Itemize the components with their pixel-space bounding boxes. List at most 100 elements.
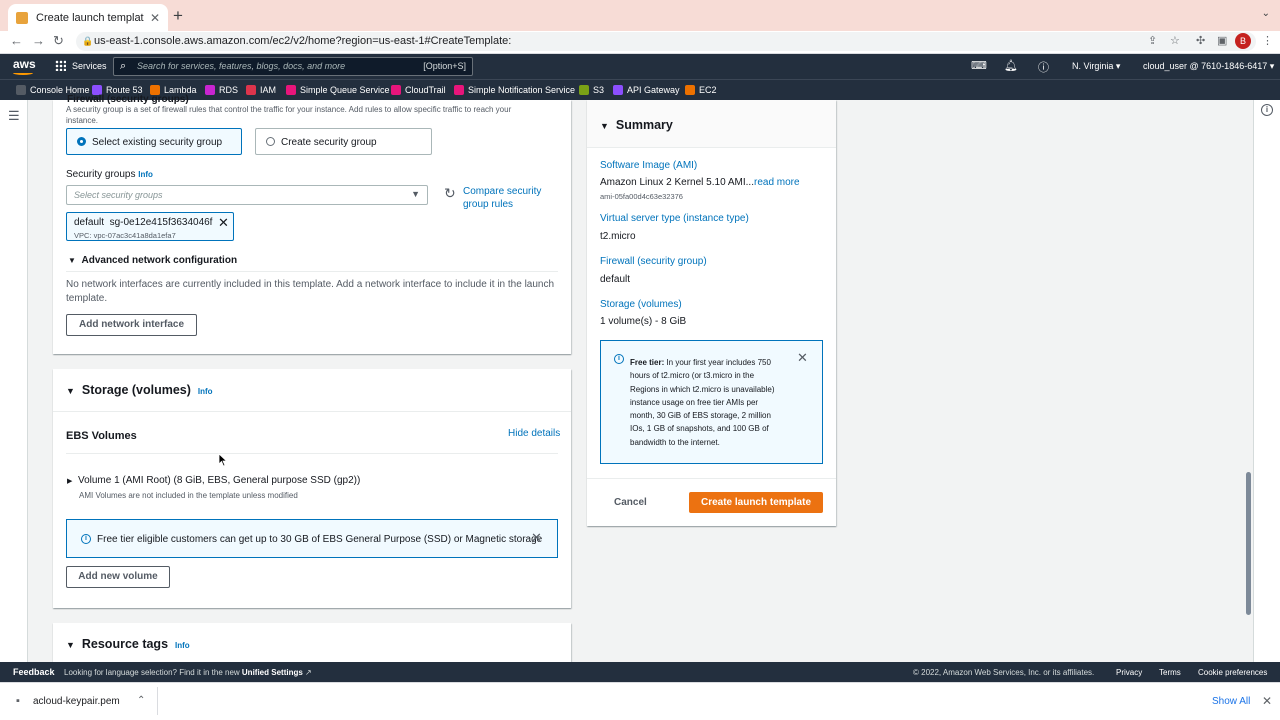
storage-info-link[interactable]: Info <box>198 387 213 396</box>
fav-api-gateway[interactable]: API Gateway <box>613 85 680 95</box>
firewall-label-link[interactable]: Firewall (security group) <box>600 256 707 267</box>
extensions-puzzle-icon[interactable]: ✣ <box>1196 34 1205 47</box>
fav-rds[interactable]: RDS <box>205 85 238 95</box>
caret-down-icon: ▼ <box>600 121 609 131</box>
add-network-interface-button[interactable]: Add network interface <box>66 314 197 336</box>
services-menu-button[interactable]: Services <box>55 60 107 71</box>
summary-toggle[interactable]: ▼ Summary <box>600 118 673 132</box>
ec2-icon <box>685 85 695 95</box>
free-tier-line: bandwidth to the internet. <box>630 437 720 447</box>
region-selector[interactable]: N. Virginia ▾ <box>1072 61 1120 72</box>
summary-title: Summary <box>615 118 673 132</box>
hamburger-menu-icon[interactable]: ☰ <box>8 108 20 124</box>
share-icon[interactable]: ⇪ <box>1148 34 1157 47</box>
advanced-network-toggle[interactable]: ▼ Advanced network configuration <box>68 255 237 266</box>
language-notice: Looking for language selection? Find it … <box>64 668 312 677</box>
storage-header[interactable]: ▼ Storage (volumes) Info <box>66 383 213 397</box>
fav-label: Simple Notification Service <box>468 85 576 95</box>
help-icon[interactable]: ⓘ <box>1038 59 1049 75</box>
chevron-up-icon[interactable]: ⌃ <box>137 695 145 706</box>
browser-menu-icon[interactable]: ⋮ <box>1262 34 1273 47</box>
instance-type-label-link[interactable]: Virtual server type (instance type) <box>600 213 749 224</box>
ami-label-link[interactable]: Software Image (AMI) <box>600 160 697 171</box>
info-panel-icon[interactable]: i <box>1261 104 1273 116</box>
unified-settings-link[interactable]: Unified Settings <box>242 668 303 677</box>
token-id: sg-0e12e415f3634046f <box>109 217 213 228</box>
fav-ec2[interactable]: EC2 <box>685 85 717 95</box>
info-icon: i <box>81 534 91 544</box>
forward-arrow-icon[interactable]: → <box>32 33 45 48</box>
resource-tags-header[interactable]: ▼ Resource tags Info <box>66 637 190 651</box>
side-panel-icon[interactable]: ▣ <box>1217 34 1227 47</box>
sg-info-link[interactable]: Info <box>138 170 153 179</box>
read-more-link[interactable]: read more <box>754 177 800 188</box>
download-filename[interactable]: acloud-keypair.pem <box>33 696 120 707</box>
fav-label: Simple Queue Service <box>300 85 390 95</box>
notifications-bell-icon[interactable]: 🔔︎ <box>1004 59 1018 72</box>
terms-link[interactable]: Terms <box>1159 668 1181 677</box>
close-icon[interactable]: ✕ <box>1262 694 1272 708</box>
fav-s3[interactable]: S3 <box>579 85 604 95</box>
volume-1-toggle[interactable]: ▶ Volume 1 (AMI Root) (8 GiB, EBS, Gener… <box>67 475 360 486</box>
tab-close-icon[interactable]: ✕ <box>150 11 160 25</box>
radio-selected[interactable] <box>77 137 86 146</box>
fav-cloudtrail[interactable]: CloudTrail <box>391 85 446 95</box>
divider <box>66 271 558 272</box>
fav-sns[interactable]: Simple Notification Service <box>454 85 575 95</box>
no-interfaces-line2: template. <box>66 293 108 304</box>
option-select-existing-sg[interactable]: Select existing security group <box>66 128 242 155</box>
compare-line1: Compare security <box>463 186 542 197</box>
security-groups-select[interactable]: Select security groups ▼ <box>66 185 428 205</box>
left-nav-rail: ☰ <box>0 100 28 662</box>
profile-avatar[interactable]: B <box>1235 33 1251 49</box>
sg-token: default sg-0e12e415f3634046f VPC: vpc-07… <box>66 212 234 241</box>
account-menu[interactable]: cloud_user @ 7610-1846-6417 ▾ <box>1143 61 1274 72</box>
create-launch-template-button[interactable]: Create launch template <box>689 492 823 513</box>
tab-search-chevron-icon[interactable]: ⌄ <box>1262 8 1270 19</box>
fav-sqs[interactable]: Simple Queue Service <box>286 85 390 95</box>
page-scrollbar[interactable] <box>1246 472 1251 615</box>
firewall-description-line2: instance. <box>66 116 99 125</box>
s3-icon <box>579 85 589 95</box>
free-tier-line: month, 30 GiB of EBS storage, 2 million <box>630 411 771 421</box>
ami-value-text: Amazon Linux 2 Kernel 5.10 AMI... <box>600 177 754 188</box>
search-icon: ⌕ <box>120 60 127 72</box>
privacy-link[interactable]: Privacy <box>1116 668 1142 677</box>
reload-icon[interactable]: ↻ <box>53 33 64 49</box>
cloudshell-icon[interactable]: ⌨ <box>971 59 987 72</box>
fav-label: CloudTrail <box>405 85 446 95</box>
compare-sg-rules-link[interactable]: Compare security group rules <box>463 185 541 211</box>
back-arrow-icon[interactable]: ← <box>10 33 23 48</box>
storage-label-link[interactable]: Storage (volumes) <box>600 299 682 310</box>
hide-details-link[interactable]: Hide details <box>508 428 560 439</box>
option-create-sg[interactable]: Create security group <box>255 128 432 155</box>
close-icon[interactable]: ✕ <box>531 530 542 546</box>
url-bar[interactable]: 🔒 us-east-1.console.aws.amazon.com/ec2/v… <box>76 32 1256 51</box>
cookie-preferences-link[interactable]: Cookie preferences <box>1198 668 1267 677</box>
aws-logo[interactable]: aws <box>13 57 36 75</box>
new-tab-icon[interactable]: + <box>173 6 183 26</box>
option-existing-label: Select existing security group <box>92 137 223 148</box>
close-icon[interactable]: ✕ <box>797 350 808 366</box>
iam-icon <box>246 85 256 95</box>
remove-token-icon[interactable]: ✕ <box>218 215 229 231</box>
bookmark-star-icon[interactable]: ☆ <box>1170 34 1180 47</box>
refresh-icon[interactable]: ↻ <box>444 185 456 202</box>
aws-search-input[interactable]: ⌕ Search for services, features, blogs, … <box>113 57 473 76</box>
fav-label: IAM <box>260 85 277 95</box>
sg-select-placeholder: Select security groups <box>74 190 163 200</box>
aws-favicon-icon <box>16 11 28 24</box>
cancel-button[interactable]: Cancel <box>614 497 647 508</box>
tab-title: Create launch template | EC2 M <box>36 11 144 24</box>
fav-iam[interactable]: IAM <box>246 85 276 95</box>
browser-tab-bar: Create launch template | EC2 M ✕ + ⌄ <box>0 0 1280 31</box>
rds-icon <box>205 85 215 95</box>
sg-label-text: Security groups <box>66 169 136 180</box>
feedback-link[interactable]: Feedback <box>13 667 55 677</box>
storage-value: 1 volume(s) - 8 GiB <box>600 316 687 327</box>
radio-unselected[interactable] <box>266 137 275 146</box>
browser-tab[interactable]: Create launch template | EC2 M ✕ <box>8 4 168 31</box>
resource-tags-info-link[interactable]: Info <box>175 641 190 650</box>
add-new-volume-button[interactable]: Add new volume <box>66 566 170 588</box>
show-all-button[interactable]: Show All <box>1212 696 1250 707</box>
